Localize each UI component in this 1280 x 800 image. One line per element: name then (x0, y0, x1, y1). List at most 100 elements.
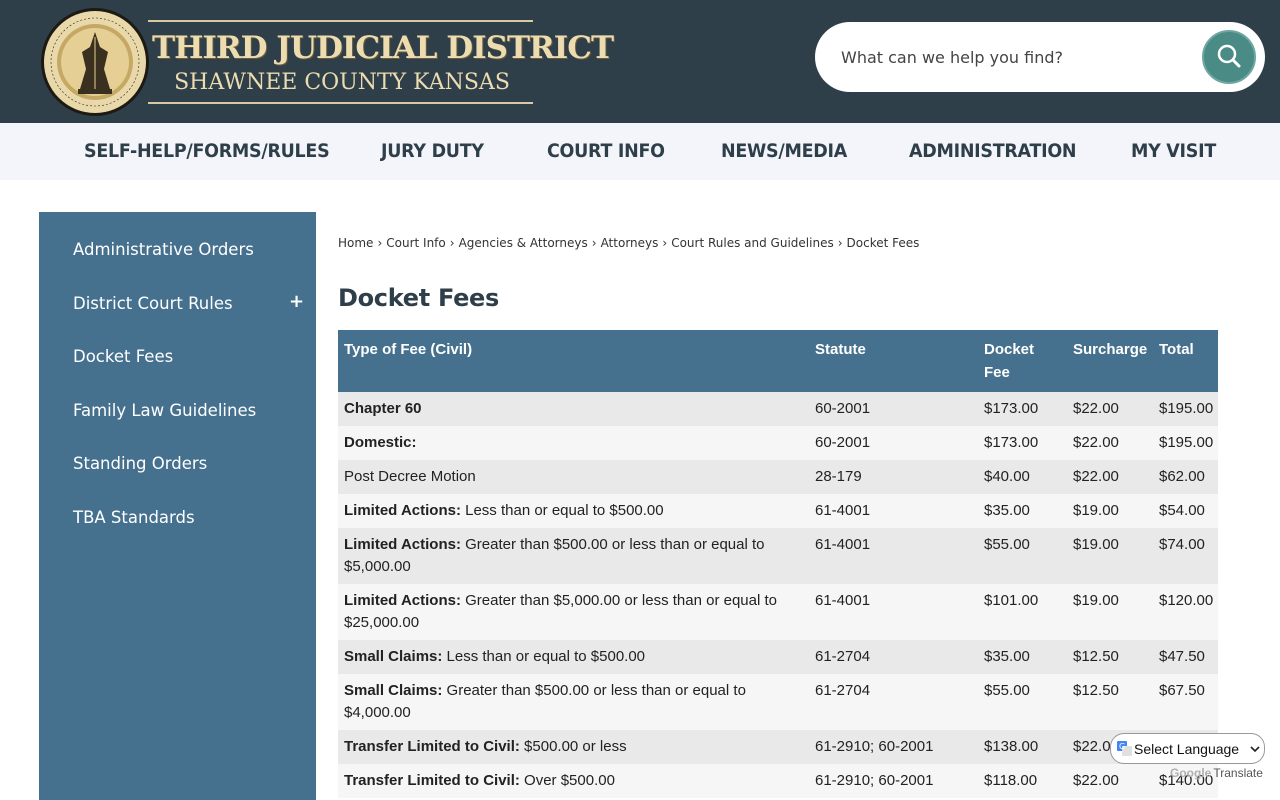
cell-statute: 61-2910; 60-2001 (809, 730, 978, 764)
cell-docket-fee: $173.00 (978, 392, 1067, 426)
nav-administration[interactable]: ADMINISTRATION (909, 140, 1077, 162)
cell-docket-fee: $101.00 (978, 584, 1067, 640)
nav-self-help[interactable]: SELF-HELP/FORMS/RULES (84, 140, 330, 162)
cell-type-of-fee: Limited Actions: Less than or equal to $… (338, 494, 809, 528)
main-nav: SELF-HELP/FORMS/RULES JURY DUTY COURT IN… (0, 123, 1280, 180)
fee-category: Small Claims: (344, 682, 443, 699)
breadcrumb: Home › Court Info › Agencies & Attorneys › Att… (338, 236, 919, 250)
powered-by-google[interactable]: Google Translate (1170, 766, 1263, 780)
table-row: Small Claims: Less than or equal to $500… (338, 640, 1218, 674)
cell-total: $120.00 (1153, 584, 1218, 640)
fee-category: Limited Actions: (344, 536, 461, 553)
cell-surcharge: $22.00 (1067, 460, 1153, 494)
cell-type-of-fee: Limited Actions: Greater than $500.00 or… (338, 528, 809, 584)
table-row: Limited Actions: Less than or equal to $… (338, 494, 1218, 528)
search-button[interactable] (1202, 30, 1256, 84)
cell-type-of-fee: Domestic: (338, 426, 809, 460)
google-translate-icon: G (1117, 741, 1132, 756)
cell-total: $67.50 (1153, 674, 1218, 730)
search-box (815, 22, 1265, 92)
cell-total: $74.00 (1153, 528, 1218, 584)
breadcrumb-attorneys[interactable]: Attorneys (601, 236, 659, 250)
cell-surcharge: $22.00 (1067, 392, 1153, 426)
cell-total: $54.00 (1153, 494, 1218, 528)
language-select[interactable]: G Select Language (1110, 733, 1265, 764)
cell-statute: 61-4001 (809, 528, 978, 584)
breadcrumb-court-rules[interactable]: Court Rules and Guidelines (671, 236, 834, 250)
cell-docket-fee: $55.00 (978, 674, 1067, 730)
cell-total: $195.00 (1153, 426, 1218, 460)
cell-surcharge: $22.00 (1067, 426, 1153, 460)
fee-description: Post Decree Motion (344, 468, 476, 485)
cell-statute: 60-2001 (809, 392, 978, 426)
svg-text:G: G (1119, 742, 1125, 751)
cell-surcharge: $19.00 (1067, 584, 1153, 640)
breadcrumb-separator: › (377, 236, 383, 250)
sidebar: Administrative Orders District Court Rul… (39, 212, 316, 800)
expand-icon[interactable]: + (289, 291, 304, 312)
cell-docket-fee: $35.00 (978, 494, 1067, 528)
fee-category: Chapter 60 (344, 400, 422, 417)
table-row: Limited Actions: Greater than $500.00 or… (338, 528, 1218, 584)
table-row: Domestic: 60-2001 $173.00 $22.00 $195.00 (338, 426, 1218, 460)
table-row: Transfer Limited to Civil: $500.00 or le… (338, 730, 1218, 764)
cell-docket-fee: $55.00 (978, 528, 1067, 584)
nav-my-visit[interactable]: MY VISIT (1131, 140, 1216, 162)
fee-category: Small Claims: (344, 648, 443, 665)
table-row: Chapter 60 60-2001 $173.00 $22.00 $195.00 (338, 392, 1218, 426)
translate-link: Translate (1213, 766, 1263, 780)
cell-type-of-fee: Small Claims: Greater than $500.00 or le… (338, 674, 809, 730)
breadcrumb-current: Docket Fees (846, 236, 920, 250)
table-row: Transfer Limited to Civil: Over $500.00 6… (338, 764, 1218, 798)
cell-type-of-fee: Chapter 60 (338, 392, 809, 426)
sidebar-item-tba-standards[interactable]: TBA Standards (73, 508, 195, 527)
table-row: Limited Actions: Greater than $5,000.00 … (338, 584, 1218, 640)
site-title-main: THIRD JUDICIAL DISTRICT (152, 30, 614, 66)
breadcrumb-separator: › (662, 236, 668, 250)
cell-statute: 61-4001 (809, 584, 978, 640)
cell-type-of-fee: Transfer Limited to Civil: $500.00 or le… (338, 730, 809, 764)
cell-surcharge: $19.00 (1067, 528, 1153, 584)
cell-statute: 61-2910; 60-2001 (809, 764, 978, 798)
chevron-down-icon (1250, 746, 1260, 753)
cell-total: $47.50 (1153, 640, 1218, 674)
table-row: Post Decree Motion 28-179 $40.00 $22.00 $62.… (338, 460, 1218, 494)
language-select-label: Select Language (1134, 741, 1240, 757)
fee-description: Over $500.00 (519, 772, 615, 789)
cell-docket-fee: $40.00 (978, 460, 1067, 494)
cell-surcharge: $12.50 (1067, 640, 1153, 674)
header-total: Total (1153, 330, 1218, 392)
fee-category: Domestic: (344, 434, 417, 451)
nav-news-media[interactable]: NEWS/MEDIA (721, 140, 847, 162)
nav-court-info[interactable]: COURT INFO (547, 140, 665, 162)
sidebar-item-district-court-rules[interactable]: District Court Rules (73, 294, 233, 313)
court-seal-logo[interactable] (40, 7, 150, 117)
sidebar-item-administrative-orders[interactable]: Administrative Orders (73, 240, 254, 259)
fee-category: Limited Actions: (344, 502, 461, 519)
sidebar-item-standing-orders[interactable]: Standing Orders (73, 454, 207, 473)
breadcrumb-agencies-attorneys[interactable]: Agencies & Attorneys (459, 236, 588, 250)
table-row: Small Claims: Greater than $500.00 or le… (338, 674, 1218, 730)
cell-statute: 61-4001 (809, 494, 978, 528)
nav-jury-duty[interactable]: JURY DUTY (381, 140, 484, 162)
cell-docket-fee: $173.00 (978, 426, 1067, 460)
sidebar-item-family-law-guidelines[interactable]: Family Law Guidelines (73, 401, 256, 420)
cell-type-of-fee: Small Claims: Less than or equal to $500… (338, 640, 809, 674)
breadcrumb-court-info[interactable]: Court Info (386, 236, 446, 250)
cell-surcharge: $22.00 (1067, 764, 1153, 798)
site-title[interactable]: THIRD JUDICIAL DISTRICT SHAWNEE COUNTY K… (148, 20, 614, 104)
breadcrumb-separator: › (591, 236, 597, 250)
cell-type-of-fee: Post Decree Motion (338, 460, 809, 494)
header-statute: Statute (809, 330, 978, 392)
fee-description: Less than or equal to $500.00 (442, 648, 646, 665)
header-docket-fee: Docket Fee (978, 330, 1067, 392)
search-input[interactable] (841, 40, 1181, 74)
breadcrumb-separator: › (837, 236, 843, 250)
search-icon (1217, 44, 1241, 68)
header-type-of-fee: Type of Fee (Civil) (338, 330, 809, 392)
sidebar-item-docket-fees[interactable]: Docket Fees (73, 347, 173, 366)
fee-category: Transfer Limited to Civil: (344, 772, 520, 789)
cell-docket-fee: $35.00 (978, 640, 1067, 674)
breadcrumb-home[interactable]: Home (338, 236, 373, 250)
site-header: THIRD JUDICIAL DISTRICT SHAWNEE COUNTY K… (0, 0, 1280, 123)
